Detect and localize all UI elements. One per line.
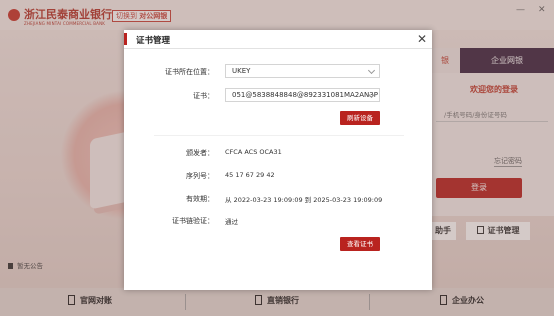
chain-verify-value: 通过 bbox=[225, 218, 238, 226]
cert-label: 证书： bbox=[193, 92, 214, 100]
cert-select-value: 051@5838848848@892331081MA2AN3P bbox=[232, 91, 378, 99]
issuer-value: CFCA ACS OCA31 bbox=[225, 148, 282, 156]
location-label: 证书所在位置： bbox=[165, 68, 214, 76]
issuer-label: 颁发者： bbox=[186, 149, 214, 157]
chevron-down-icon bbox=[367, 66, 376, 75]
location-select[interactable]: UKEY bbox=[225, 64, 380, 78]
serial-value: 45 17 67 29 42 bbox=[225, 171, 275, 179]
refresh-device-button[interactable]: 刷新设备 bbox=[340, 111, 380, 125]
section-divider bbox=[154, 135, 404, 136]
dialog-title-accent bbox=[124, 33, 127, 45]
location-select-value: UKEY bbox=[232, 67, 251, 75]
cert-select[interactable]: 051@5838848848@892331081MA2AN3P bbox=[225, 88, 380, 102]
validity-label: 有效期： bbox=[186, 195, 214, 203]
cert-manage-dialog: 证书管理 ✕ 证书所在位置： UKEY 证书： 051@5838848848@8… bbox=[124, 30, 432, 290]
validity-value: 从 2022-03-23 19:09:09 到 2025-03-23 19:09… bbox=[225, 196, 383, 204]
chain-verify-label: 证书链验证： bbox=[172, 217, 214, 225]
dialog-header: 证书管理 ✕ bbox=[124, 30, 432, 49]
dialog-title: 证书管理 bbox=[136, 36, 171, 46]
serial-label: 序列号： bbox=[186, 172, 214, 180]
view-cert-button[interactable]: 查看证书 bbox=[340, 237, 380, 251]
dialog-close-button[interactable]: ✕ bbox=[415, 31, 429, 47]
